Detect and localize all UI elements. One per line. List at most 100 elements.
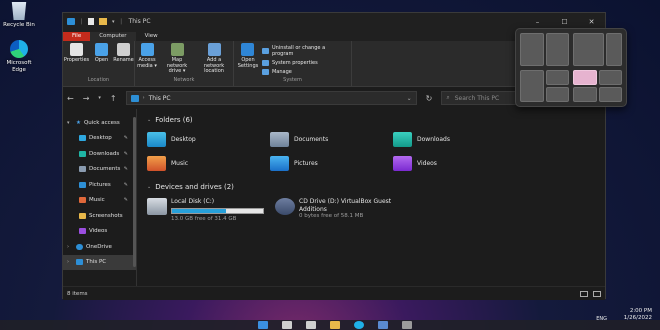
desktop-icon bbox=[79, 135, 86, 142]
chevron-down-icon[interactable]: ▾ bbox=[67, 120, 73, 126]
network-drive-icon bbox=[170, 43, 184, 56]
large-icons-view-icon[interactable] bbox=[593, 290, 601, 297]
desktop-icon-recycle-bin[interactable]: Recycle Bin bbox=[2, 2, 36, 29]
snap-zone[interactable] bbox=[545, 69, 569, 85]
language-indicator[interactable]: ENG bbox=[596, 316, 607, 322]
snap-zone[interactable] bbox=[520, 33, 544, 66]
manage-button[interactable]: Manage bbox=[261, 69, 348, 75]
rename-button[interactable]: Rename bbox=[113, 43, 134, 76]
sidebar-item-pictures[interactable]: Pictures ✎ bbox=[63, 177, 136, 193]
close-button[interactable]: ✕ bbox=[578, 18, 605, 26]
snap-layout-two-thirds bbox=[573, 33, 622, 66]
folder-documents[interactable]: Documents bbox=[270, 131, 393, 148]
refresh-icon[interactable]: ↻ bbox=[426, 94, 433, 103]
snap-zone[interactable] bbox=[598, 86, 622, 102]
tab-computer[interactable]: Computer bbox=[90, 32, 136, 41]
map-network-drive-button[interactable]: Map network drive ▾ bbox=[161, 43, 193, 76]
sidebar-item-screenshots[interactable]: Screenshots bbox=[63, 208, 136, 224]
chevron-down-icon[interactable]: ⌄ bbox=[407, 95, 412, 102]
forward-arrow-icon[interactable]: → bbox=[83, 94, 90, 103]
snap-zone[interactable] bbox=[598, 69, 622, 85]
up-arrow-icon[interactable]: ↑ bbox=[110, 94, 117, 103]
system-tray: ENG 2:00 PM 1/26/2022 bbox=[596, 308, 652, 322]
minimize-button[interactable]: – bbox=[524, 18, 551, 26]
chevron-right-icon[interactable]: › bbox=[67, 244, 73, 250]
videos-icon bbox=[79, 228, 86, 235]
sidebar-item-downloads[interactable]: Downloads ✎ bbox=[63, 146, 136, 162]
chevron-right-icon[interactable]: › bbox=[67, 259, 73, 265]
file-explorer-icon[interactable] bbox=[330, 321, 340, 329]
folder-videos[interactable]: Videos bbox=[393, 155, 516, 172]
chevron-down-icon: ⌄ bbox=[147, 184, 152, 190]
app-icon[interactable] bbox=[402, 321, 412, 329]
group-label: System bbox=[283, 77, 302, 83]
sidebar-scrollbar[interactable] bbox=[133, 117, 136, 267]
content-pane: ⌄ Folders (6) Desktop Documents Download… bbox=[137, 109, 605, 286]
snap-zone[interactable] bbox=[545, 33, 569, 66]
uninstall-program-button[interactable]: Uninstall or change a program bbox=[261, 45, 348, 57]
back-arrow-icon[interactable]: ← bbox=[67, 94, 74, 103]
sidebar-item-desktop[interactable]: Desktop ✎ bbox=[63, 131, 136, 147]
open-button[interactable]: Open bbox=[93, 43, 111, 76]
folders-section-header[interactable]: ⌄ Folders (6) bbox=[147, 113, 595, 127]
folder-pictures[interactable]: Pictures bbox=[270, 155, 393, 172]
snap-zone-highlighted[interactable] bbox=[573, 69, 597, 85]
snap-zone[interactable] bbox=[545, 86, 569, 102]
clock[interactable]: 2:00 PM 1/26/2022 bbox=[624, 308, 652, 322]
drives-section-header[interactable]: ⌄ Devices and drives (2) bbox=[147, 180, 595, 194]
open-settings-button[interactable]: Open Settings bbox=[237, 43, 259, 76]
drive-local-disk-c[interactable]: Local Disk (C:) 13.0 GB free of 31.4 GB bbox=[147, 198, 270, 222]
chevron-down-icon: ⌄ bbox=[147, 117, 152, 123]
customize-toolbar-icon[interactable]: ▾ bbox=[112, 19, 115, 25]
recycle-bin-icon bbox=[11, 2, 27, 20]
folder-icon bbox=[79, 212, 86, 219]
address-bar[interactable]: › This PC ⌄ bbox=[125, 91, 417, 105]
properties-icon bbox=[70, 43, 83, 56]
sidebar-item-onedrive[interactable]: › OneDrive bbox=[63, 239, 136, 255]
breadcrumb[interactable]: This PC bbox=[149, 95, 171, 102]
details-view-icon[interactable] bbox=[580, 290, 588, 297]
sidebar-item-quick-access[interactable]: ▾ ★ Quick access bbox=[63, 115, 136, 131]
tab-view[interactable]: View bbox=[136, 32, 167, 41]
desktop-icon-edge[interactable]: Microsoft Edge bbox=[2, 40, 36, 73]
snap-zone[interactable] bbox=[573, 33, 605, 66]
folder-music[interactable]: Music bbox=[147, 155, 270, 172]
sidebar-item-videos[interactable]: Videos bbox=[63, 224, 136, 240]
snap-zone[interactable] bbox=[606, 33, 622, 66]
maximize-button[interactable]: ☐ bbox=[551, 18, 578, 26]
edge-icon bbox=[10, 40, 28, 58]
properties-button[interactable]: Properties bbox=[64, 43, 90, 76]
breadcrumb-chevron-icon[interactable]: › bbox=[143, 95, 145, 101]
folder-downloads[interactable]: Downloads bbox=[393, 131, 516, 148]
recent-locations-icon[interactable]: ▾ bbox=[98, 95, 101, 101]
snap-zone[interactable] bbox=[573, 86, 597, 102]
task-view-icon[interactable] bbox=[306, 321, 316, 329]
properties-icon[interactable] bbox=[88, 18, 95, 25]
search-icon[interactable] bbox=[282, 321, 292, 329]
status-bar: 8 items bbox=[63, 286, 605, 300]
snap-layout-quadrants bbox=[573, 69, 622, 102]
access-media-button[interactable]: Access media ▾ bbox=[136, 43, 158, 76]
new-folder-icon[interactable] bbox=[99, 18, 108, 25]
network-location-icon bbox=[207, 43, 221, 56]
sidebar-item-this-pc[interactable]: › This PC bbox=[63, 254, 136, 270]
snap-zone[interactable] bbox=[520, 69, 544, 102]
start-button-icon[interactable] bbox=[258, 321, 268, 329]
item-count: 8 items bbox=[67, 290, 88, 297]
tab-file[interactable]: File bbox=[63, 32, 91, 41]
add-network-location-button[interactable]: Add a network location bbox=[196, 43, 232, 76]
pin-icon: ✎ bbox=[123, 166, 128, 173]
sidebar-item-documents[interactable]: Documents ✎ bbox=[63, 162, 136, 178]
drive-name: Local Disk (C:) bbox=[171, 198, 215, 205]
system-properties-button[interactable]: System properties bbox=[261, 60, 348, 66]
drive-cd-d[interactable]: CD Drive (D:) VirtualBox Guest Additions… bbox=[275, 198, 405, 222]
sidebar-item-music[interactable]: Music ✎ bbox=[63, 193, 136, 209]
drive-free-space: 0 bytes free of 58.1 MB bbox=[299, 213, 364, 219]
pin-icon: ✎ bbox=[123, 181, 128, 188]
folder-desktop[interactable]: Desktop bbox=[147, 131, 270, 148]
store-icon[interactable] bbox=[378, 321, 388, 329]
folders-grid: Desktop Documents Downloads Music Pictur… bbox=[147, 131, 595, 172]
edge-icon[interactable] bbox=[354, 321, 364, 329]
downloads-folder-icon bbox=[393, 132, 412, 147]
navigation-pane: ▾ ★ Quick access Desktop ✎ Downloads ✎ D… bbox=[63, 109, 137, 286]
